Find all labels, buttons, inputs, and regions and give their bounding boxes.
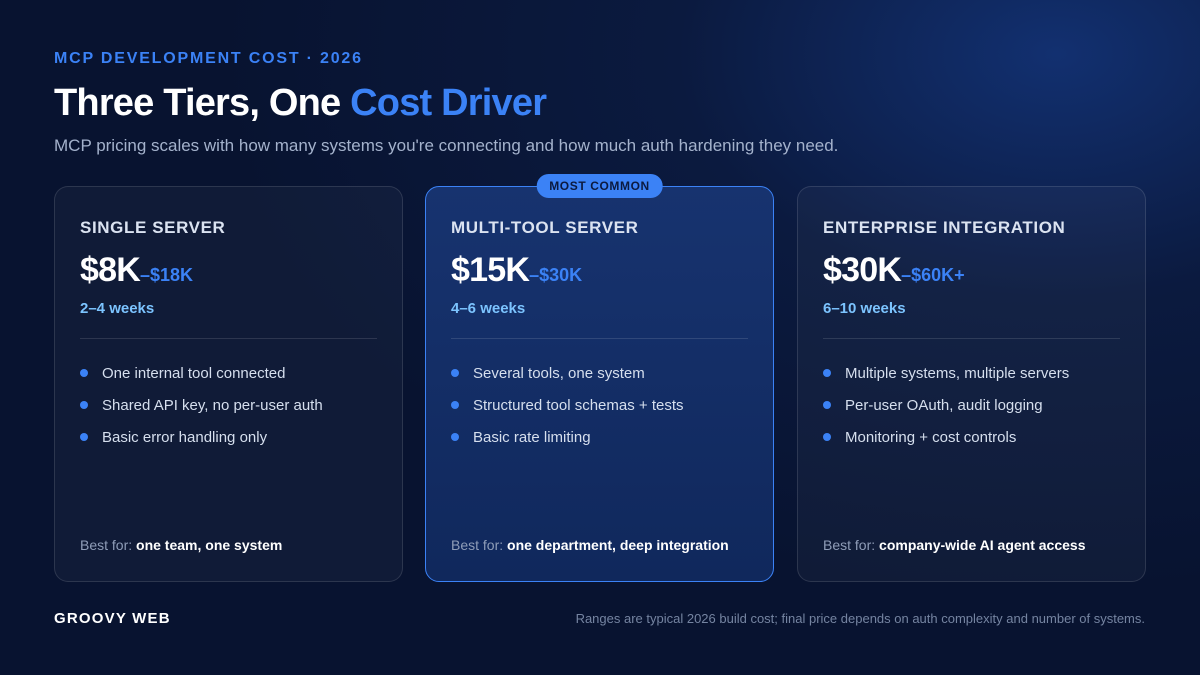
tier-card-multi-tool-server: MOST COMMON MULTI-TOOL SERVER $15K–$30K … [425, 174, 774, 582]
price-low: $30K [823, 251, 902, 289]
bullet-dot-icon [823, 433, 831, 441]
best-for-label: Best for: [823, 537, 880, 553]
tier-name: MULTI-TOOL SERVER [451, 218, 639, 237]
price-high: –$60K+ [901, 265, 965, 285]
feature-text: One internal tool connected [102, 364, 286, 382]
page-subtitle: MCP pricing scales with how many systems… [54, 136, 839, 155]
feature-text: Several tools, one system [473, 364, 645, 382]
tier-card-enterprise-integration: ENTERPRISE INTEGRATION $30K–$60K+ 6–10 w… [797, 186, 1146, 582]
tier-name: ENTERPRISE INTEGRATION [823, 218, 1066, 237]
tier-card-single-server: SINGLE SERVER $8K–$18K 2–4 weeks One int… [54, 186, 403, 582]
bullet-dot-icon [80, 433, 88, 441]
card-divider [823, 338, 1120, 339]
best-for-value: one team, one system [136, 537, 283, 553]
eyebrow-label: MCP DEVELOPMENT COST · 2026 [54, 50, 363, 67]
tier-price: $30K–$60K+ [823, 251, 965, 290]
bullet-dot-icon [451, 369, 459, 377]
feature-item: Several tools, one system [451, 357, 684, 389]
best-for: Best for: company-wide AI agent access [823, 537, 1085, 553]
price-low: $8K [80, 251, 141, 289]
feature-text: Basic error handling only [102, 428, 268, 446]
feature-item: Structured tool schemas + tests [451, 389, 684, 421]
feature-item: Basic error handling only [80, 421, 323, 453]
bullet-dot-icon [80, 401, 88, 409]
feature-item: Shared API key, no per-user auth [80, 389, 323, 421]
feature-item: Basic rate limiting [451, 421, 684, 453]
brand-logo-text: GROOVY WEB [54, 610, 171, 627]
page-title: Three Tiers, One Cost Driver [54, 82, 547, 125]
tier-price: $15K–$30K [451, 251, 582, 290]
bullet-dot-icon [823, 369, 831, 377]
card-divider [80, 338, 377, 339]
feature-text: Per-user OAuth, audit logging [845, 396, 1043, 414]
feature-text: Monitoring + cost controls [845, 428, 1017, 446]
bullet-dot-icon [451, 433, 459, 441]
bullet-dot-icon [823, 401, 831, 409]
feature-list: Several tools, one system Structured too… [451, 357, 684, 453]
feature-item: Per-user OAuth, audit logging [823, 389, 1069, 421]
tier-duration: 2–4 weeks [80, 300, 155, 317]
bullet-dot-icon [80, 369, 88, 377]
best-for-label: Best for: [80, 537, 137, 553]
price-high: –$30K [529, 265, 583, 285]
feature-text: Shared API key, no per-user auth [102, 396, 323, 414]
tier-duration: 4–6 weeks [451, 300, 526, 317]
title-accent: Cost Driver [350, 82, 547, 124]
footnote: Ranges are typical 2026 build cost; fina… [575, 611, 1145, 626]
feature-list: One internal tool connected Shared API k… [80, 357, 323, 453]
tier-name: SINGLE SERVER [80, 218, 226, 237]
feature-text: Structured tool schemas + tests [473, 396, 684, 414]
tier-duration: 6–10 weeks [823, 300, 906, 317]
feature-text: Multiple systems, multiple servers [845, 364, 1070, 382]
best-for-value: one department, deep integration [507, 537, 729, 553]
feature-item: Multiple systems, multiple servers [823, 357, 1069, 389]
best-for-label: Best for: [451, 537, 508, 553]
best-for: Best for: one team, one system [80, 537, 282, 553]
feature-list: Multiple systems, multiple servers Per-u… [823, 357, 1069, 453]
card-divider [451, 338, 748, 339]
best-for: Best for: one department, deep integrati… [451, 537, 729, 553]
feature-item: One internal tool connected [80, 357, 323, 389]
tier-price: $8K–$18K [80, 251, 193, 290]
best-for-value: company-wide AI agent access [879, 537, 1086, 553]
title-main: Three Tiers, One [54, 82, 351, 124]
feature-item: Monitoring + cost controls [823, 421, 1069, 453]
most-common-badge: MOST COMMON [536, 174, 663, 198]
price-low: $15K [451, 251, 530, 289]
feature-text: Basic rate limiting [473, 428, 591, 446]
bullet-dot-icon [451, 401, 459, 409]
price-high: –$18K [139, 265, 194, 285]
